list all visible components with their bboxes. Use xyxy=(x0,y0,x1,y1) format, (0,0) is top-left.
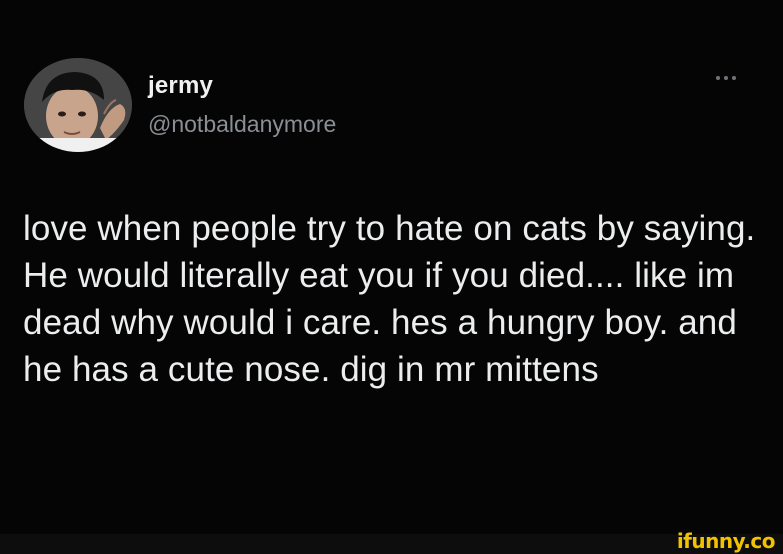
footer-bar xyxy=(0,534,783,554)
more-dot xyxy=(732,76,736,80)
more-dot xyxy=(724,76,728,80)
tweet-card: jermy @notbaldanymore love when people t… xyxy=(0,0,783,534)
avatar-photo xyxy=(24,58,132,152)
ifunny-watermark: ifunny.co xyxy=(676,529,776,553)
author-handle[interactable]: @notbaldanymore xyxy=(148,111,336,138)
user-avatar-icon[interactable] xyxy=(24,58,132,152)
author-display-name[interactable]: jermy xyxy=(148,72,213,100)
tweet-text: love when people try to hate on cats by … xyxy=(23,209,756,389)
more-options-icon[interactable] xyxy=(706,66,746,90)
more-dot xyxy=(716,76,720,80)
